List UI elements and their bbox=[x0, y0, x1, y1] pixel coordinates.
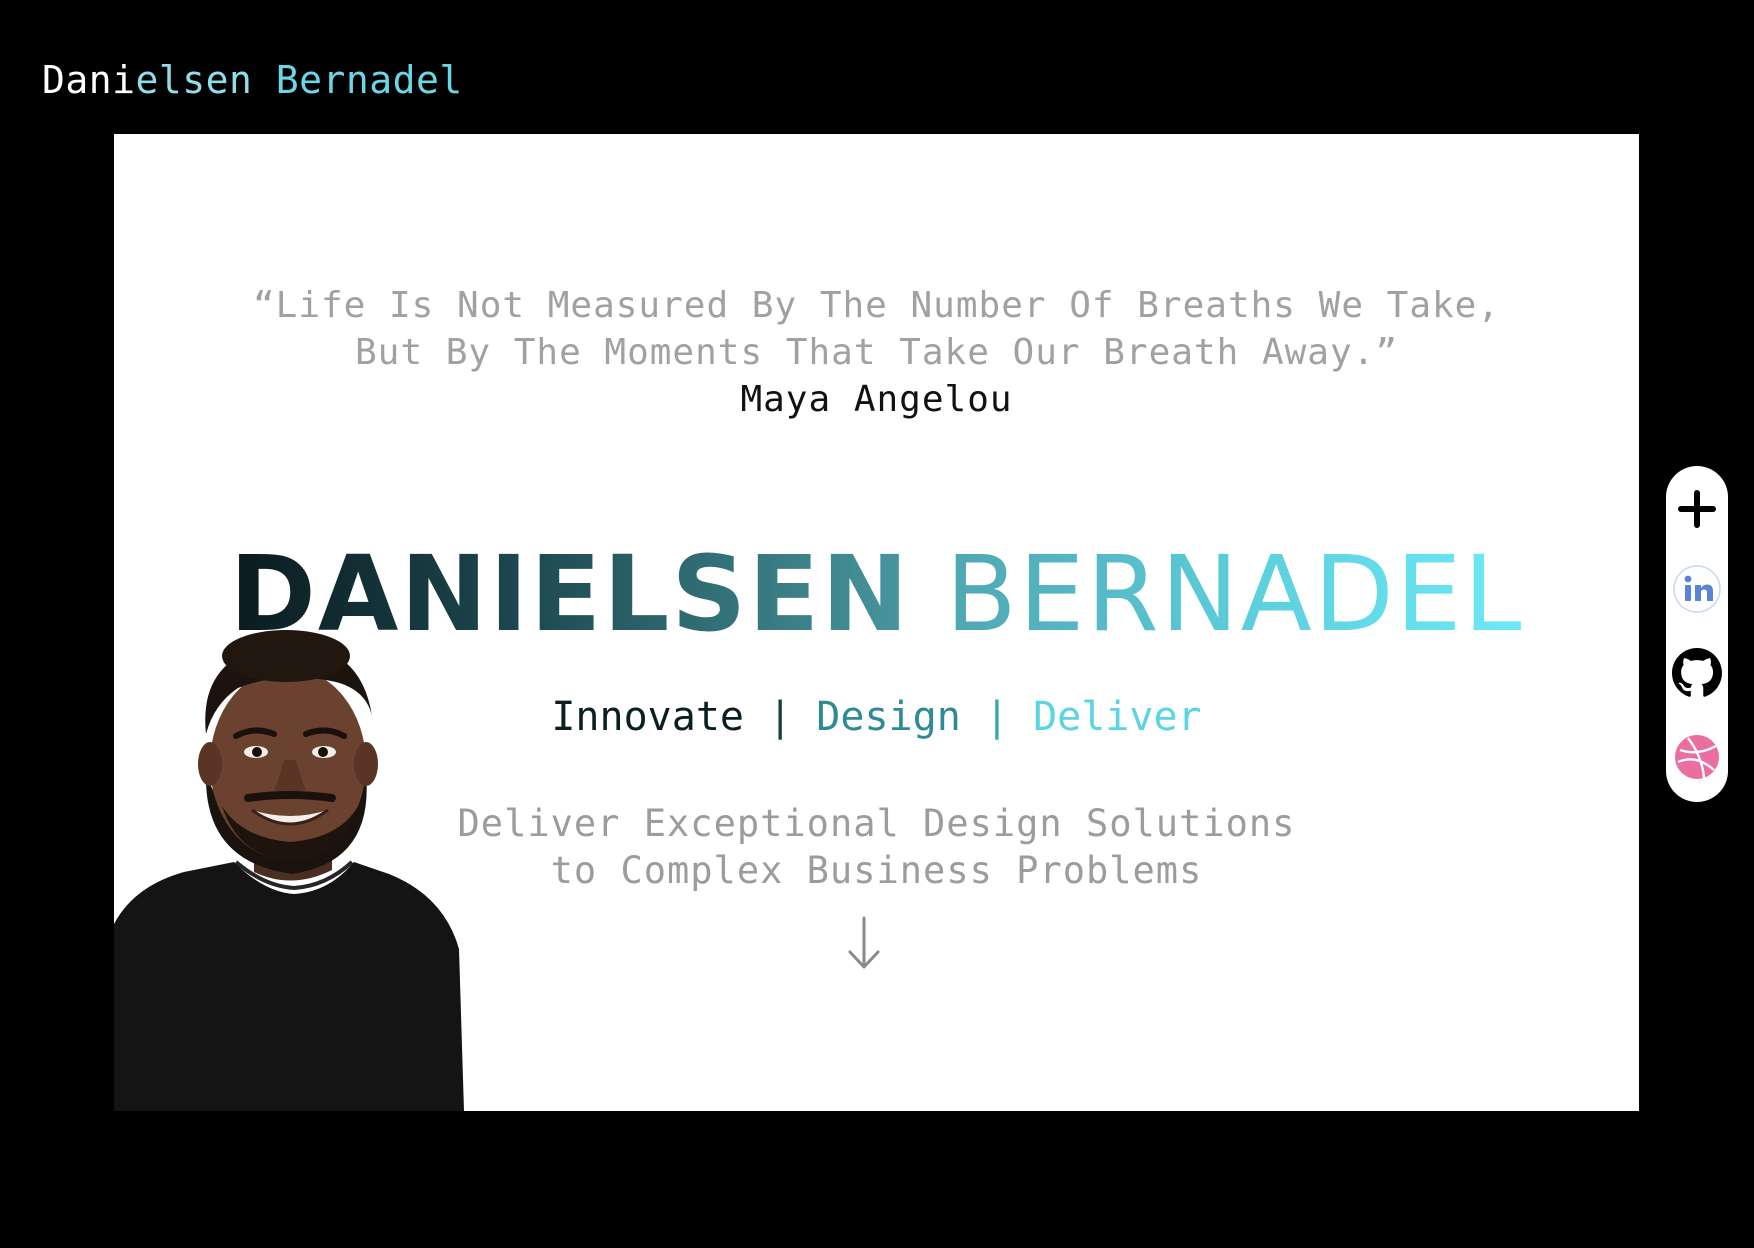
hero-last-name: BERNADEL bbox=[945, 533, 1524, 655]
brand-logo[interactable]: Danielsen Bernadel bbox=[42, 58, 463, 102]
social-links-bar bbox=[1666, 466, 1728, 802]
hero-card: “Life Is Not Measured By The Number Of B… bbox=[114, 134, 1639, 1111]
tagline-design: Design bbox=[816, 694, 961, 740]
tagline-separator: | bbox=[768, 694, 793, 740]
arrow-down-icon[interactable] bbox=[834, 914, 894, 974]
brand-middle-part: elsen bbox=[135, 58, 253, 102]
quote-line-1: “Life Is Not Measured By The Number Of B… bbox=[252, 285, 1501, 326]
quote-author: Maya Angelou bbox=[740, 379, 1013, 420]
page: Danielsen Bernadel “Life Is Not Measured… bbox=[0, 0, 1754, 1248]
github-icon[interactable] bbox=[1672, 648, 1722, 698]
profile-photo bbox=[114, 630, 464, 1111]
brand-first-part: Dani bbox=[42, 58, 136, 102]
tagline-innovate: Innovate bbox=[551, 694, 744, 740]
brand-last-part: Bernadel bbox=[252, 58, 463, 102]
plus-icon[interactable] bbox=[1672, 484, 1722, 534]
dribbble-icon[interactable] bbox=[1672, 732, 1722, 782]
hero-quote: “Life Is Not Measured By The Number Of B… bbox=[114, 282, 1639, 376]
tagline-separator: | bbox=[984, 694, 1009, 740]
quote-line-2: But By The Moments That Take Our Breath … bbox=[355, 332, 1398, 373]
tagline-deliver: Deliver bbox=[1033, 694, 1202, 740]
linkedin-icon[interactable] bbox=[1672, 564, 1722, 614]
